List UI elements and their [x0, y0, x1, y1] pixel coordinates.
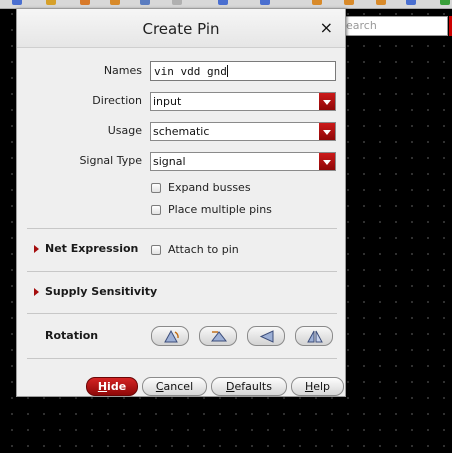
usage-value: schematic: [153, 125, 210, 138]
usage-label: Usage: [107, 124, 142, 137]
direction-value: input: [153, 95, 182, 108]
toolbar-tool-icon[interactable]: [440, 0, 450, 5]
place-multiple-pins-checkbox[interactable]: [151, 205, 161, 215]
expand-busses-label: Expand busses: [168, 181, 251, 194]
close-icon[interactable]: ×: [320, 19, 333, 37]
names-label: Names: [103, 64, 142, 77]
expand-arrow-icon[interactable]: [34, 288, 39, 296]
expand-arrow-icon[interactable]: [34, 245, 39, 253]
usage-select[interactable]: schematic: [150, 122, 336, 141]
names-input[interactable]: [150, 61, 336, 81]
toolbar-tool-icon[interactable]: [172, 0, 182, 5]
toolbar-tool-icon[interactable]: [376, 0, 386, 5]
attach-to-pin-label: Attach to pin: [168, 243, 239, 256]
direction-select[interactable]: input: [150, 92, 336, 111]
toolbar-tool-icon[interactable]: [312, 0, 322, 5]
rotate-icon: [164, 329, 179, 343]
attach-to-pin-checkbox[interactable]: [151, 245, 161, 255]
create-pin-dialog: Create Pin × Names Direction input Usage…: [16, 8, 346, 397]
background-search-field[interactable]: earch: [340, 16, 448, 36]
separator: [27, 358, 337, 359]
signal-type-select[interactable]: signal: [150, 152, 336, 171]
defaults-button[interactable]: Defaults: [211, 377, 287, 396]
place-multiple-pins-label: Place multiple pins: [168, 203, 272, 216]
net-expression-section-label[interactable]: Net Expression: [45, 242, 138, 255]
toolbar-tool-icon[interactable]: [260, 0, 270, 5]
help-button[interactable]: Help: [291, 377, 344, 396]
toolbar-tool-icon[interactable]: [140, 0, 150, 5]
expand-busses-checkbox[interactable]: [151, 183, 161, 193]
direction-label: Direction: [92, 94, 142, 107]
upside-down-button[interactable]: [247, 326, 285, 346]
dialog-title: Create Pin: [142, 20, 220, 38]
cancel-button[interactable]: Cancel: [142, 377, 207, 396]
signal-type-label: Signal Type: [79, 154, 142, 167]
toolbar-tool-icon[interactable]: [110, 0, 120, 5]
signal-type-value: signal: [153, 155, 186, 168]
supply-sensitivity-section-label[interactable]: Supply Sensitivity: [45, 285, 157, 298]
dialog-titlebar[interactable]: Create Pin ×: [17, 9, 345, 48]
hide-button[interactable]: Hide: [86, 377, 138, 396]
toolbar-tool-icon[interactable]: [406, 0, 416, 5]
toolbar-tool-icon[interactable]: [344, 0, 354, 5]
sideways-icon: [210, 331, 228, 342]
upside-down-icon: [259, 330, 274, 343]
mirror-icon: [307, 330, 323, 343]
separator: [27, 228, 337, 229]
separator: [27, 271, 337, 272]
text-caret: [227, 65, 228, 77]
rotation-label: Rotation: [45, 329, 99, 342]
sideways-button[interactable]: [199, 326, 237, 346]
separator: [27, 313, 337, 314]
rotate-button[interactable]: [151, 326, 189, 346]
chevron-down-icon[interactable]: [319, 123, 335, 140]
toolbar-tool-icon[interactable]: [12, 0, 22, 5]
chevron-down-icon[interactable]: [319, 93, 335, 110]
toolbar-tool-icon[interactable]: [218, 0, 228, 5]
mirror-button[interactable]: [295, 326, 333, 346]
toolbar-pencil-icon[interactable]: [46, 0, 56, 5]
chevron-down-icon[interactable]: [319, 153, 335, 170]
toolbar-tool-icon[interactable]: [80, 0, 90, 5]
